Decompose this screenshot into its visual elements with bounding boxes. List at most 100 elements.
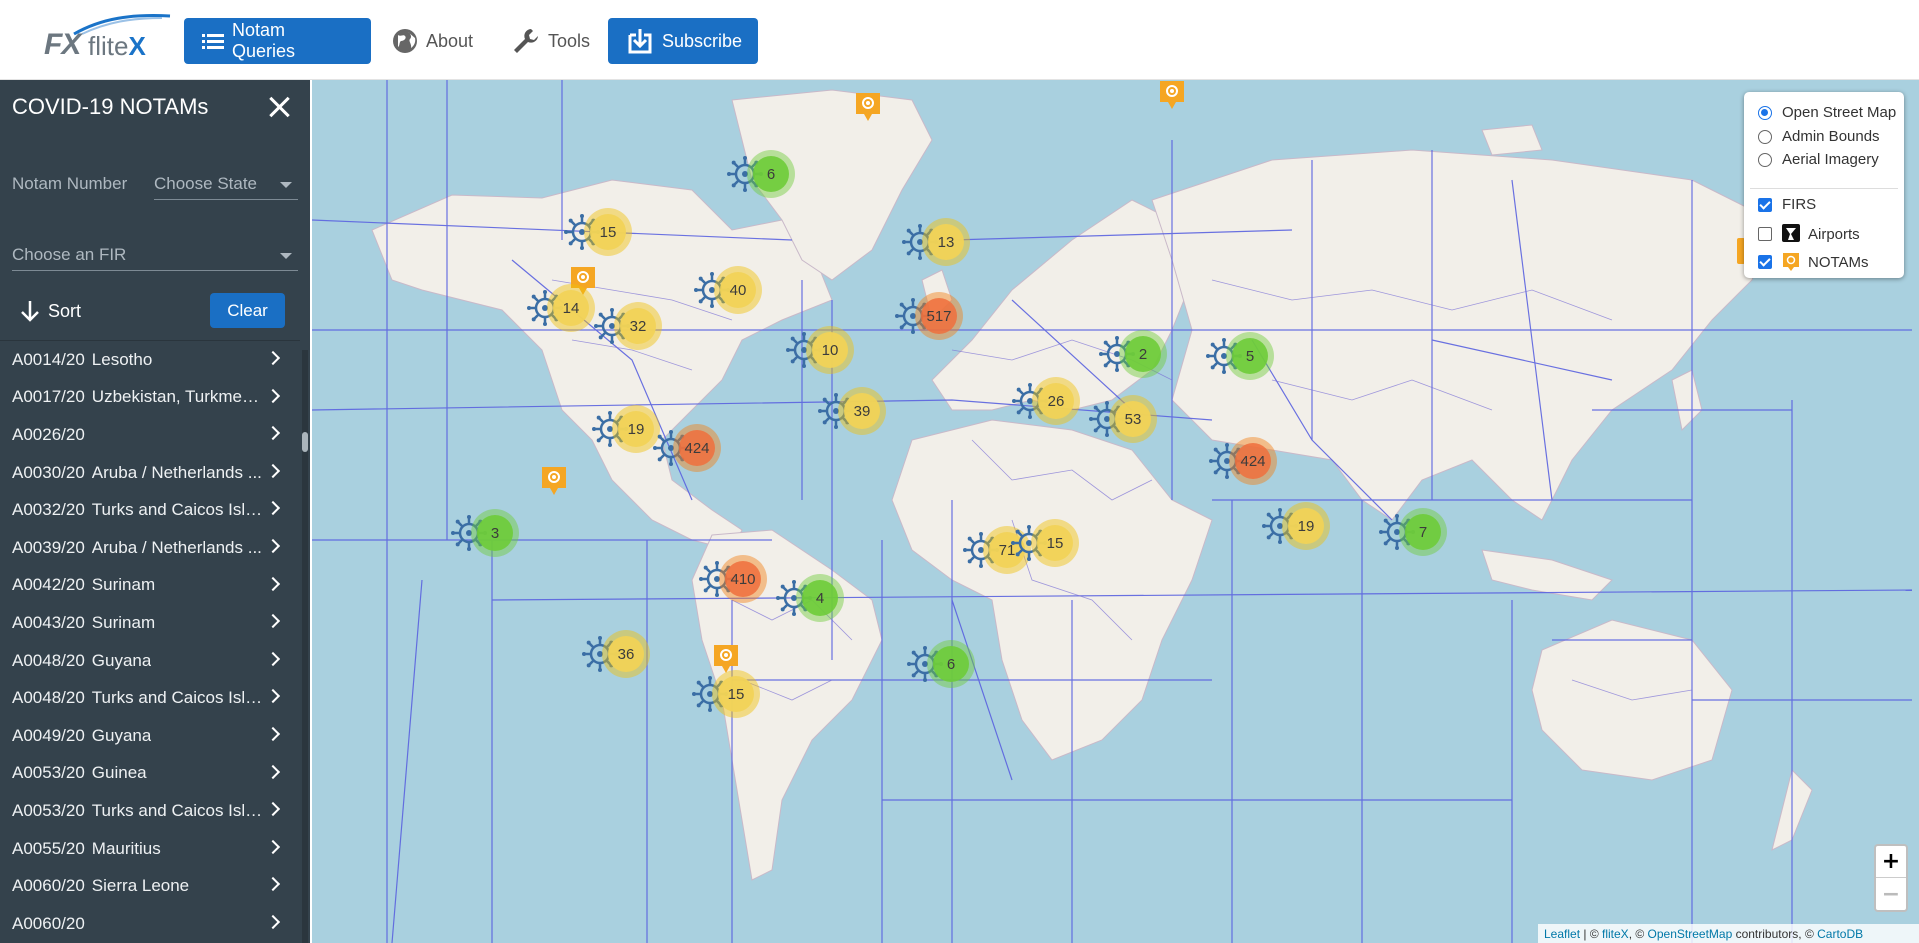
base-layer-admin-bounds[interactable]: Admin Bounds (1758, 128, 1880, 145)
caret-down-icon (280, 253, 292, 259)
notam-cluster[interactable]: 7 (1399, 508, 1447, 556)
notam-list-item[interactable]: A0039/20 Aruba / Netherlands ... (0, 529, 300, 567)
logo-fx-text: FX (44, 28, 81, 61)
flitex-link[interactable]: fliteX (1602, 927, 1629, 941)
notam-list-item[interactable]: A0048/20 Turks and Caicos Isla... (0, 679, 300, 717)
notam-marker-icon[interactable] (855, 92, 881, 122)
notam-cluster[interactable]: 39 (838, 387, 886, 435)
sort-button[interactable]: Sort (20, 300, 81, 322)
notam-cluster[interactable]: 15 (1031, 519, 1079, 567)
notam-number: A0042/20 (12, 575, 85, 595)
radio-osm[interactable] (1758, 105, 1772, 120)
notam-number: A0014/20 (12, 349, 85, 369)
cluster-count: 5 (1232, 338, 1268, 374)
notam-cluster[interactable]: 13 (922, 218, 970, 266)
tools-button[interactable]: Tools (512, 18, 590, 64)
notam-marker-icon[interactable] (1159, 80, 1185, 110)
notam-cluster[interactable]: 424 (673, 424, 721, 472)
base-layer-label: Admin Bounds (1782, 128, 1880, 145)
notam-cluster[interactable]: 2 (1119, 330, 1167, 378)
notam-cluster[interactable]: 19 (1282, 502, 1330, 550)
checkbox-airports[interactable] (1758, 227, 1772, 241)
zoom-control: + − (1874, 844, 1908, 912)
notam-state-name: Aruba / Netherlands ... (91, 462, 262, 482)
notam-list-item[interactable]: A0043/20 Surinam (0, 604, 300, 642)
notam-cluster[interactable]: 410 (719, 555, 767, 603)
notam-list-item[interactable]: A0030/20 Aruba / Netherlands ... (0, 454, 300, 492)
notam-list-item[interactable]: A0026/20 (0, 416, 300, 454)
notam-cluster[interactable]: 32 (614, 302, 662, 350)
cluster-count: 32 (620, 308, 656, 344)
notam-list-item[interactable]: A0032/20 Turks and Caicos Isla... (0, 491, 300, 529)
cluster-count: 6 (753, 156, 789, 192)
notam-cluster[interactable]: 5 (1226, 332, 1274, 380)
zoom-out-button[interactable]: − (1876, 878, 1906, 910)
state-select[interactable]: Choose State (154, 174, 298, 200)
notam-cluster[interactable]: 36 (602, 630, 650, 678)
cluster-count: 26 (1038, 383, 1074, 419)
close-icon[interactable] (268, 96, 290, 118)
zoom-in-button[interactable]: + (1876, 846, 1906, 878)
notam-list-item[interactable]: A0055/20 Mauritius (0, 830, 300, 868)
notam-state-name: Aruba / Netherlands ... (91, 537, 262, 557)
notam-cluster[interactable]: 26 (1032, 377, 1080, 425)
radio-aerial[interactable] (1758, 152, 1772, 167)
notam-cluster[interactable]: 14 (547, 284, 595, 332)
scrollbar-thumb[interactable] (302, 432, 308, 452)
notam-state-name: Turks and Caicos Isla... (91, 688, 264, 708)
overlay-notams[interactable]: NOTAMs (1758, 252, 1869, 272)
notam-state-name: Surinam (91, 612, 156, 632)
cartodb-link[interactable]: CartoDB (1817, 927, 1863, 941)
notam-cluster[interactable]: 3 (471, 509, 519, 557)
fir-select[interactable]: Choose an FIR (12, 245, 298, 271)
notam-list-item[interactable]: A0053/20 Turks and Caicos Isla... (0, 792, 300, 830)
openstreetmap-link[interactable]: OpenStreetMap (1648, 927, 1733, 941)
notam-state-name: Turks and Caicos Isla... (91, 500, 264, 520)
notam-cluster[interactable]: 40 (714, 266, 762, 314)
notam-list-item[interactable]: A0048/20 Guyana (0, 642, 300, 680)
notam-sidebar: COVID-19 NOTAMs Notam Number Choose Stat… (0, 80, 310, 943)
caret-down-icon (280, 182, 292, 188)
notam-queries-button[interactable]: Notam Queries (184, 18, 371, 64)
notam-number: A0048/20 (12, 688, 85, 708)
cluster-count: 19 (618, 411, 654, 447)
clear-button[interactable]: Clear (210, 293, 285, 328)
notam-list-item[interactable]: A0053/20 Guinea (0, 755, 300, 793)
notam-marker-icon[interactable] (541, 466, 567, 496)
layer-control: Open Street Map Admin Bounds Aerial Imag… (1744, 92, 1904, 278)
notam-cluster[interactable]: 15 (712, 670, 760, 718)
notam-cluster[interactable]: 10 (806, 326, 854, 374)
download-icon (626, 27, 654, 55)
notam-cluster[interactable]: 424 (1229, 437, 1277, 485)
notam-list-item[interactable]: A0014/20 Lesotho (0, 341, 300, 379)
notam-list-item[interactable]: A0049/20 Guyana (0, 717, 300, 755)
notam-cluster[interactable]: 4 (796, 574, 844, 622)
overlay-airports[interactable]: Airports (1758, 224, 1860, 244)
radio-admin-bounds[interactable] (1758, 129, 1772, 144)
about-button[interactable]: About (392, 18, 473, 64)
cluster-count: 4 (802, 580, 838, 616)
notam-list-item[interactable]: A0017/20 Uzbekistan, Turkmeni... (0, 379, 300, 417)
flitex-logo[interactable]: FX fliteX (44, 14, 171, 61)
notam-list-item[interactable]: A0042/20 Surinam (0, 567, 300, 605)
chevron-right-icon (265, 914, 281, 929)
notam-list-item[interactable]: A0060/20 Sierra Leone (0, 867, 300, 905)
leaflet-link[interactable]: Leaflet (1544, 927, 1580, 941)
overlay-firs[interactable]: FIRS (1758, 196, 1816, 213)
chevron-right-icon (265, 839, 281, 854)
notam-cluster[interactable]: 517 (915, 292, 963, 340)
notam-cluster[interactable]: 6 (747, 150, 795, 198)
checkbox-firs[interactable] (1758, 197, 1772, 212)
notam-cluster[interactable]: 15 (584, 208, 632, 256)
world-map[interactable]: 6 15 13 40 14 32 517 10 2 5 19 39 26 53 424 424 3 19 7 71 15… (312, 80, 1919, 943)
sidebar-scrollbar[interactable] (302, 350, 308, 943)
base-layer-aerial[interactable]: Aerial Imagery (1758, 151, 1879, 168)
notam-number: A0049/20 (12, 725, 85, 745)
notam-number-field[interactable]: Notam Number (12, 174, 142, 200)
notam-cluster[interactable]: 53 (1109, 395, 1157, 443)
base-layer-osm[interactable]: Open Street Map (1758, 104, 1896, 121)
notam-list-item[interactable]: A0060/20 (0, 905, 300, 943)
checkbox-notams[interactable] (1758, 255, 1772, 269)
notam-cluster[interactable]: 6 (927, 640, 975, 688)
subscribe-button[interactable]: Subscribe (608, 18, 758, 64)
